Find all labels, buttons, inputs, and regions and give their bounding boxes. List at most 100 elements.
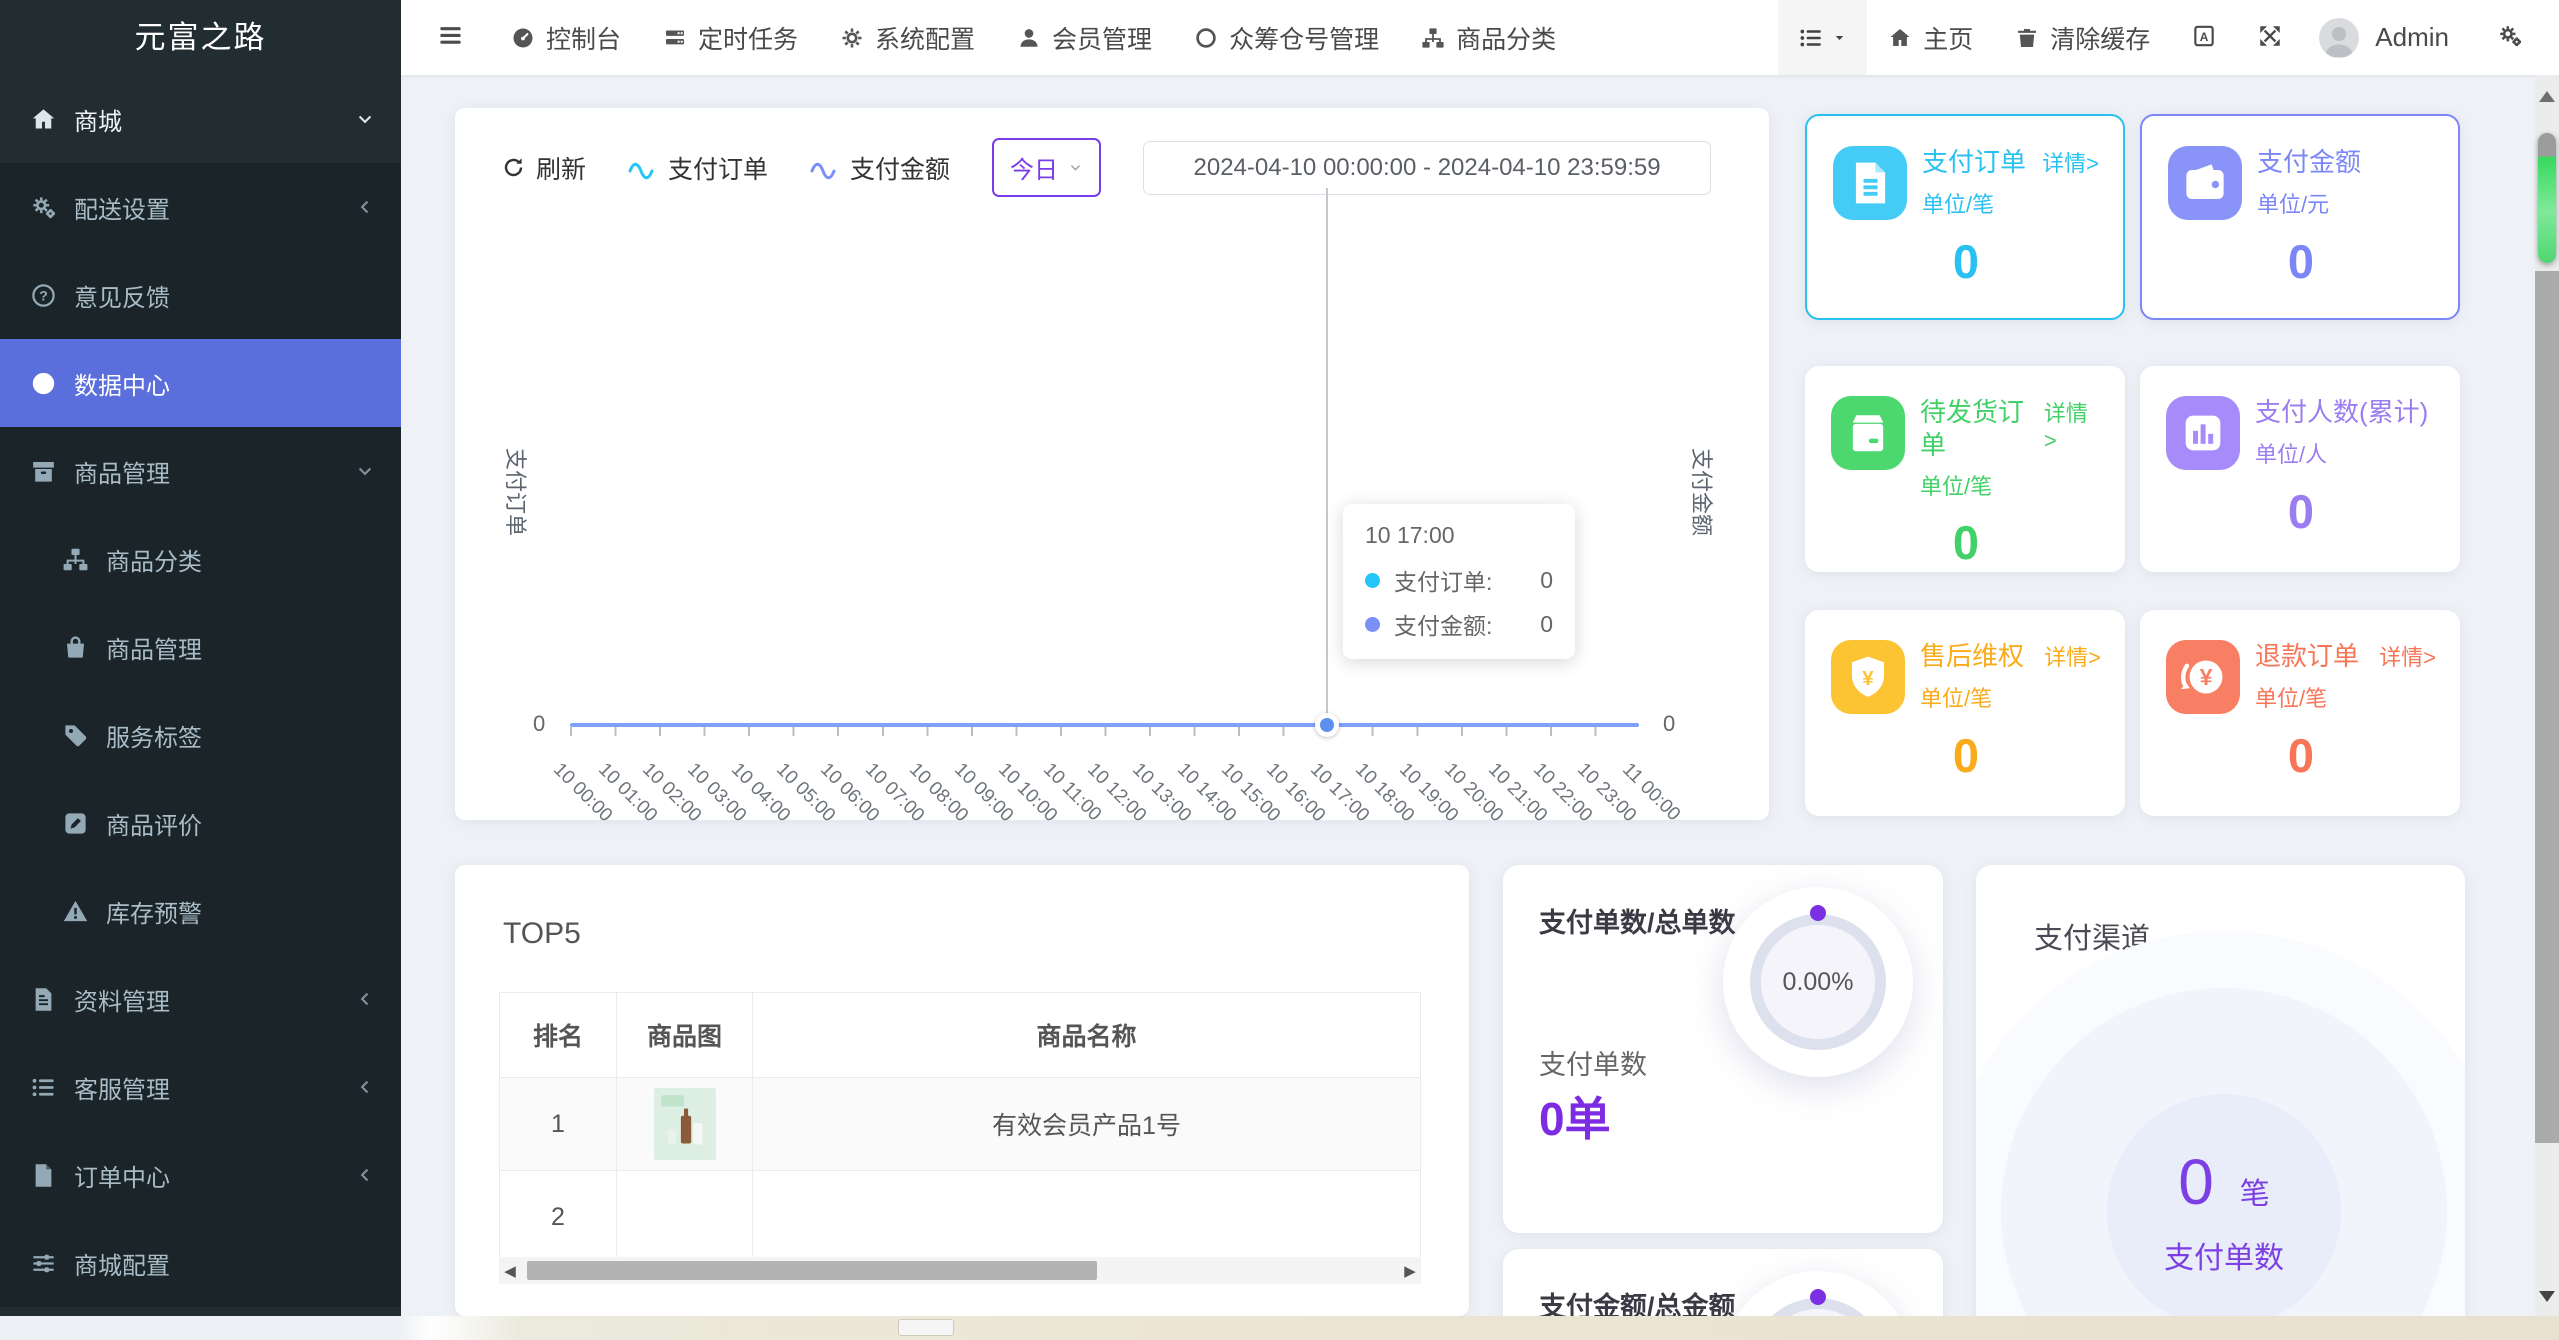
sidebar-item-order-center[interactable]: 订单中心: [0, 1131, 401, 1219]
top-navbar: 控制台 定时任务 系统配置 会员管理 众筹仓号管理 商品分类 主页 清除缓存 A…: [401, 0, 2559, 75]
sidebar-item-stock-warning[interactable]: 库存预警: [0, 867, 401, 955]
tasks-icon: [663, 26, 687, 50]
brand-title: 元富之路: [134, 20, 267, 55]
stat-card-pay-orders: 支付订单 详情> 单位/笔 0: [1805, 114, 2125, 320]
horizontal-scrollbar[interactable]: [0, 1316, 2559, 1340]
y-axis-zero-right: 0: [1663, 711, 1676, 736]
avatar[interactable]: [2319, 17, 2360, 58]
stat-card-after-sales: 售后维权 详情> 单位/笔 0: [1805, 610, 2125, 816]
bar-chart-icon: [2166, 396, 2240, 470]
legend-pay-orders[interactable]: 支付订单: [628, 150, 768, 186]
sidebar-item-mall[interactable]: 商城: [0, 75, 401, 163]
nav-item-homepage[interactable]: 主页: [1888, 20, 1973, 56]
detail-link[interactable]: 详情>: [2044, 640, 2101, 673]
scroll-left-arrow[interactable]: ◀: [499, 1262, 521, 1280]
scrollbar-indicator[interactable]: [2538, 133, 2556, 263]
tooltip-title: 10 17:00: [1365, 522, 1455, 548]
refresh-button[interactable]: 刷新: [501, 150, 586, 186]
scrollbar-thumb[interactable]: [527, 1261, 1097, 1280]
gauge-title: 支付单数/总单数: [1539, 908, 1736, 938]
chevron-left-icon: [355, 989, 375, 1009]
top5-card: TOP5 排名 商品图 商品名称 1 有效会员产品1号 2 ◀ ▶: [455, 865, 1469, 1316]
gauge-dot: [1810, 1289, 1826, 1305]
archive-box-icon: [30, 458, 57, 485]
scroll-right-arrow[interactable]: ▶: [1399, 1262, 1421, 1280]
settings-button[interactable]: [2497, 22, 2523, 53]
table-row: 1 有效会员产品1号: [499, 1077, 1421, 1171]
stat-card-pay-amount: 支付金额 单位/元 0: [2140, 114, 2460, 320]
nav-item-crowdfunding-management[interactable]: 众筹仓号管理: [1194, 20, 1379, 56]
payment-channel-card: 支付渠道 0笔 支付单数: [1976, 865, 2465, 1340]
tabs-dropdown-button[interactable]: [1778, 0, 1868, 75]
wallet-icon: [2168, 146, 2242, 220]
sidebar-item-data-center[interactable]: 数据中心: [0, 339, 401, 427]
sitemap-icon: [1421, 26, 1445, 50]
trash-icon: [2015, 26, 2039, 50]
scrollbar-thumb[interactable]: [898, 1319, 954, 1336]
scroll-down-arrow[interactable]: [2539, 1291, 2555, 1310]
refresh-icon: [501, 155, 526, 180]
stat-value: 0: [2287, 729, 2315, 782]
date-range-picker[interactable]: 2024-04-10 00:00:00 - 2024-04-10 23:59:5…: [1143, 140, 1712, 195]
scroll-up-arrow[interactable]: [2539, 83, 2555, 102]
file-icon: [30, 1162, 57, 1189]
axis-ticks: [570, 727, 1639, 736]
pen-square-icon: [62, 810, 89, 837]
circle-icon: [1194, 26, 1218, 50]
period-select[interactable]: 今日: [992, 138, 1102, 197]
clear-cache-button[interactable]: 清除缓存: [2015, 20, 2150, 56]
detail-link[interactable]: 详情>: [2042, 146, 2099, 179]
gear-icon: [840, 26, 864, 50]
chevron-left-icon: [355, 1165, 375, 1185]
gauge-donut: 0.00%: [1723, 887, 1913, 1077]
stat-card-payers-total: 支付人数(累计) 单位/人 0: [2140, 366, 2460, 572]
channel-center: 0笔 支付单数: [2107, 1094, 2341, 1328]
gears-icon: [2497, 23, 2523, 49]
nav-item-goods-category[interactable]: 商品分类: [1421, 20, 1556, 56]
nav-item-member-management[interactable]: 会员管理: [1017, 20, 1152, 56]
sidebar-item-delivery-settings[interactable]: 配送设置: [0, 163, 401, 251]
stat-value: 0: [1952, 235, 1980, 288]
nav-item-scheduled-tasks[interactable]: 定时任务: [663, 20, 798, 56]
sidebar-toggle-button[interactable]: [401, 22, 490, 53]
channel-unit: 笔: [2239, 1178, 2270, 1211]
product-thumbnail: [653, 1088, 717, 1160]
tag-icon: [62, 722, 89, 749]
sidebar-item-goods-category[interactable]: 商品分类: [0, 515, 401, 603]
detail-link[interactable]: 详情>: [2379, 640, 2436, 673]
sidebar-item-service-tags[interactable]: 服务标签: [0, 691, 401, 779]
sidebar-item-goods-management[interactable]: 商品管理: [0, 427, 401, 515]
fullscreen-button[interactable]: [2257, 22, 2283, 53]
top5-table: 排名 商品图 商品名称 1 有效会员产品1号 2: [499, 992, 1421, 1264]
gears-icon: [30, 194, 57, 221]
vertical-scrollbar[interactable]: [2535, 75, 2559, 1316]
channel-value: 0: [2178, 1146, 2214, 1218]
stat-value: 0: [1952, 729, 1980, 782]
chevron-down-icon: [355, 109, 375, 129]
scrollbar-thumb[interactable]: [2535, 271, 2559, 1143]
user-menu[interactable]: Admin: [2375, 22, 2449, 53]
chevron-left-icon: [355, 1077, 375, 1097]
sidebar-item-material-management[interactable]: 资料管理: [0, 955, 401, 1043]
translate-icon: [2191, 23, 2217, 49]
refund-coin-icon: [2166, 640, 2240, 714]
sidebar-item-goods-manage[interactable]: 商品管理: [0, 603, 401, 691]
legend-pay-amount[interactable]: 支付金额: [810, 150, 950, 186]
sidebar-item-customer-service[interactable]: 客服管理: [0, 1043, 401, 1131]
sidebar-item-goods-review[interactable]: 商品评价: [0, 779, 401, 867]
nav-item-console[interactable]: 控制台: [511, 20, 621, 56]
translate-button[interactable]: [2191, 22, 2217, 53]
sidebar-item-feedback[interactable]: 意见反馈: [0, 251, 401, 339]
detail-link[interactable]: 详情 >: [2044, 396, 2101, 461]
table-horizontal-scrollbar: ◀ ▶: [499, 1257, 1421, 1284]
highlighted-point: [1315, 713, 1339, 737]
warning-triangle-icon: [62, 898, 89, 925]
nav-item-system-config[interactable]: 系统配置: [840, 20, 975, 56]
pay-count-ratio-card: 支付单数/总单数 0.00% 支付单数 0单: [1503, 865, 1943, 1233]
chart-header: 刷新 支付订单 支付金额 今日 2024-04-10 00:00:00 - 20…: [455, 108, 1769, 197]
caret-down-icon: [1832, 30, 1847, 45]
sidebar-item-mall-config[interactable]: 商城配置: [0, 1219, 401, 1307]
question-circle-icon: [30, 282, 57, 309]
y-axis-label-left: 支付订单: [503, 447, 529, 537]
gauge-dot: [1810, 905, 1826, 921]
